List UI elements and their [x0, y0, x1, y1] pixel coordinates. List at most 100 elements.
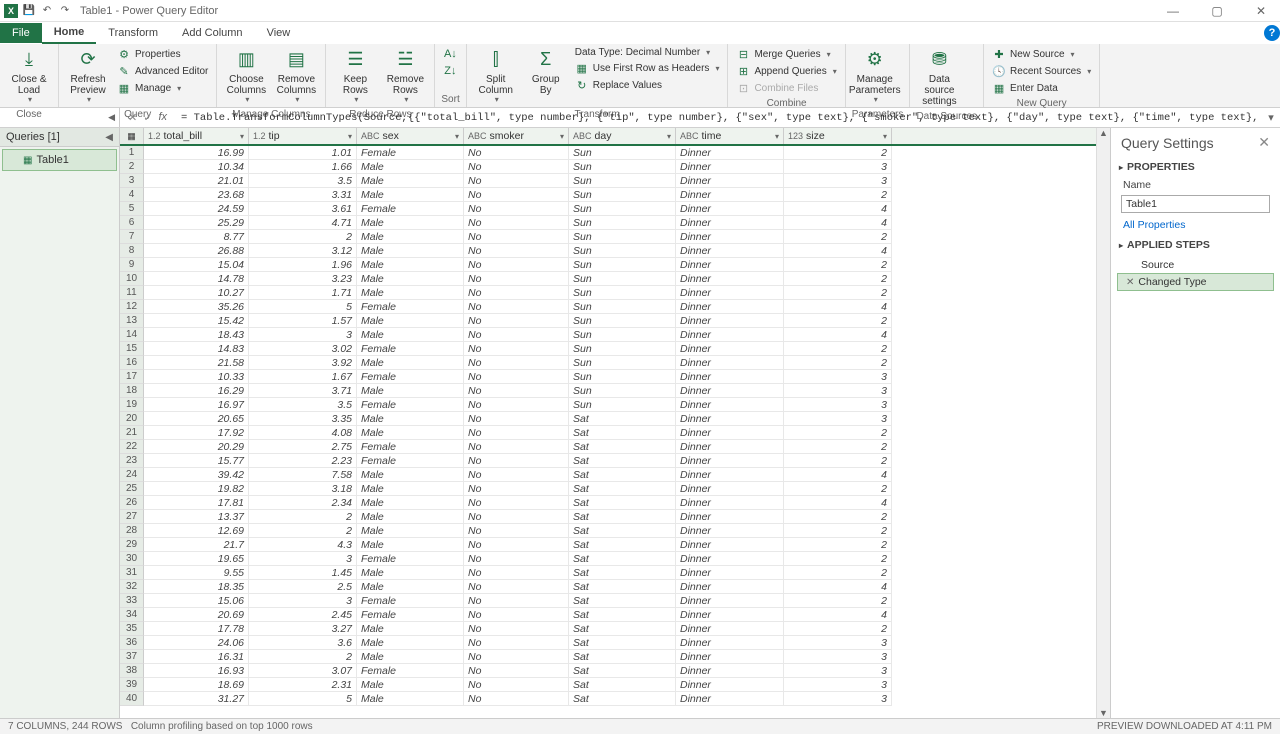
cell[interactable]: No	[464, 566, 569, 580]
cell[interactable]: Male	[357, 384, 464, 398]
close-settings-icon[interactable]: ✕	[1258, 134, 1270, 151]
cell[interactable]: Dinner	[676, 426, 784, 440]
cell[interactable]: 3.23	[249, 272, 357, 286]
vertical-scrollbar[interactable]: ▲ ▼	[1096, 128, 1110, 718]
row-number[interactable]: 5	[120, 202, 144, 216]
cell[interactable]: No	[464, 524, 569, 538]
cell[interactable]: Male	[357, 286, 464, 300]
cell[interactable]: 17.81	[144, 496, 249, 510]
cell[interactable]: 2	[784, 146, 892, 160]
cell[interactable]: Dinner	[676, 482, 784, 496]
row-number[interactable]: 18	[120, 384, 144, 398]
cell[interactable]: Female	[357, 454, 464, 468]
cell[interactable]: 18.35	[144, 580, 249, 594]
row-number[interactable]: 8	[120, 244, 144, 258]
cell[interactable]: 2	[784, 188, 892, 202]
cell[interactable]: No	[464, 356, 569, 370]
filter-icon[interactable]: ▾	[667, 132, 671, 141]
cell[interactable]: Sat	[569, 594, 676, 608]
row-number[interactable]: 28	[120, 524, 144, 538]
queries-header[interactable]: Queries [1] ◀	[0, 128, 119, 147]
close-button[interactable]: ✕	[1246, 4, 1276, 18]
table-row[interactable]: 1816.293.71MaleNoSunDinner3	[120, 384, 1096, 398]
tab-file[interactable]: File	[0, 23, 42, 43]
manage-button[interactable]: ▦Manage▾	[115, 80, 210, 96]
group-by-button[interactable]: ΣGroup By	[523, 46, 569, 98]
cell[interactable]: Female	[357, 342, 464, 356]
table-row[interactable]: 1710.331.67FemaleNoSunDinner3	[120, 370, 1096, 384]
row-number[interactable]: 11	[120, 286, 144, 300]
chevron-left-icon[interactable]: ◀	[105, 132, 113, 143]
row-number[interactable]: 27	[120, 510, 144, 524]
cell[interactable]: 3.18	[249, 482, 357, 496]
cell[interactable]: Dinner	[676, 384, 784, 398]
cell[interactable]: No	[464, 426, 569, 440]
table-row[interactable]: 423.683.31MaleNoSunDinner2	[120, 188, 1096, 202]
cell[interactable]: Dinner	[676, 398, 784, 412]
tab-transform[interactable]: Transform	[96, 23, 170, 43]
cell[interactable]: No	[464, 622, 569, 636]
cell[interactable]: No	[464, 188, 569, 202]
name-input[interactable]: Table1	[1121, 195, 1270, 213]
cell[interactable]: Dinner	[676, 594, 784, 608]
cell[interactable]: Sat	[569, 440, 676, 454]
cell[interactable]: Dinner	[676, 496, 784, 510]
cell[interactable]: Dinner	[676, 692, 784, 706]
cell[interactable]: Female	[357, 664, 464, 678]
cell[interactable]: Dinner	[676, 580, 784, 594]
query-item-table1[interactable]: ▦ Table1	[2, 149, 117, 171]
row-number[interactable]: 14	[120, 328, 144, 342]
cell[interactable]: Dinner	[676, 468, 784, 482]
tab-home[interactable]: Home	[42, 22, 97, 44]
cell[interactable]: Male	[357, 636, 464, 650]
cell[interactable]: Dinner	[676, 664, 784, 678]
scroll-up-icon[interactable]: ▲	[1099, 128, 1108, 138]
cell[interactable]: 2	[784, 594, 892, 608]
cell[interactable]: 1.96	[249, 258, 357, 272]
formula-expand-icon[interactable]: ▾	[1262, 111, 1280, 124]
cell[interactable]: No	[464, 314, 569, 328]
cell[interactable]: Sat	[569, 496, 676, 510]
cell[interactable]: Male	[357, 216, 464, 230]
row-number[interactable]: 23	[120, 454, 144, 468]
column-header-day[interactable]: ABCday▾	[569, 128, 676, 144]
cell[interactable]: 2.34	[249, 496, 357, 510]
table-row[interactable]: 915.041.96MaleNoSunDinner2	[120, 258, 1096, 272]
cell[interactable]: 2	[249, 650, 357, 664]
cell[interactable]: 17.78	[144, 622, 249, 636]
cell[interactable]: 17.92	[144, 426, 249, 440]
row-number[interactable]: 37	[120, 650, 144, 664]
cell[interactable]: 20.65	[144, 412, 249, 426]
cell[interactable]: Sat	[569, 580, 676, 594]
table-row[interactable]: 1621.583.92MaleNoSunDinner2	[120, 356, 1096, 370]
cell[interactable]: No	[464, 230, 569, 244]
cell[interactable]: 1.66	[249, 160, 357, 174]
row-number[interactable]: 7	[120, 230, 144, 244]
cell[interactable]: 14.78	[144, 272, 249, 286]
cell[interactable]: Male	[357, 188, 464, 202]
cell[interactable]: 5	[249, 300, 357, 314]
cell[interactable]: Male	[357, 496, 464, 510]
table-row[interactable]: 1514.833.02FemaleNoSunDinner2	[120, 342, 1096, 356]
table-row[interactable]: 1418.433MaleNoSunDinner4	[120, 328, 1096, 342]
table-row[interactable]: 2117.924.08MaleNoSatDinner2	[120, 426, 1096, 440]
cell[interactable]: Sat	[569, 510, 676, 524]
cell[interactable]: 2.45	[249, 608, 357, 622]
formula-input[interactable]: = Table.TransformColumnTypes(Source,{{"t…	[175, 112, 1262, 124]
cell[interactable]: No	[464, 258, 569, 272]
cell[interactable]: 2	[784, 510, 892, 524]
cell[interactable]: 24.06	[144, 636, 249, 650]
filter-icon[interactable]: ▾	[775, 132, 779, 141]
cell[interactable]: Dinner	[676, 342, 784, 356]
cell[interactable]: Sun	[569, 300, 676, 314]
cell[interactable]: 3	[784, 692, 892, 706]
cell[interactable]: No	[464, 580, 569, 594]
cell[interactable]: Male	[357, 412, 464, 426]
table-row[interactable]: 3420.692.45FemaleNoSatDinner4	[120, 608, 1096, 622]
table-row[interactable]: 3315.063FemaleNoSatDinner2	[120, 594, 1096, 608]
cell[interactable]: Sun	[569, 384, 676, 398]
table-row[interactable]: 2617.812.34MaleNoSatDinner4	[120, 496, 1096, 510]
cell[interactable]: Sun	[569, 328, 676, 342]
cell[interactable]: 15.04	[144, 258, 249, 272]
cell[interactable]: No	[464, 300, 569, 314]
